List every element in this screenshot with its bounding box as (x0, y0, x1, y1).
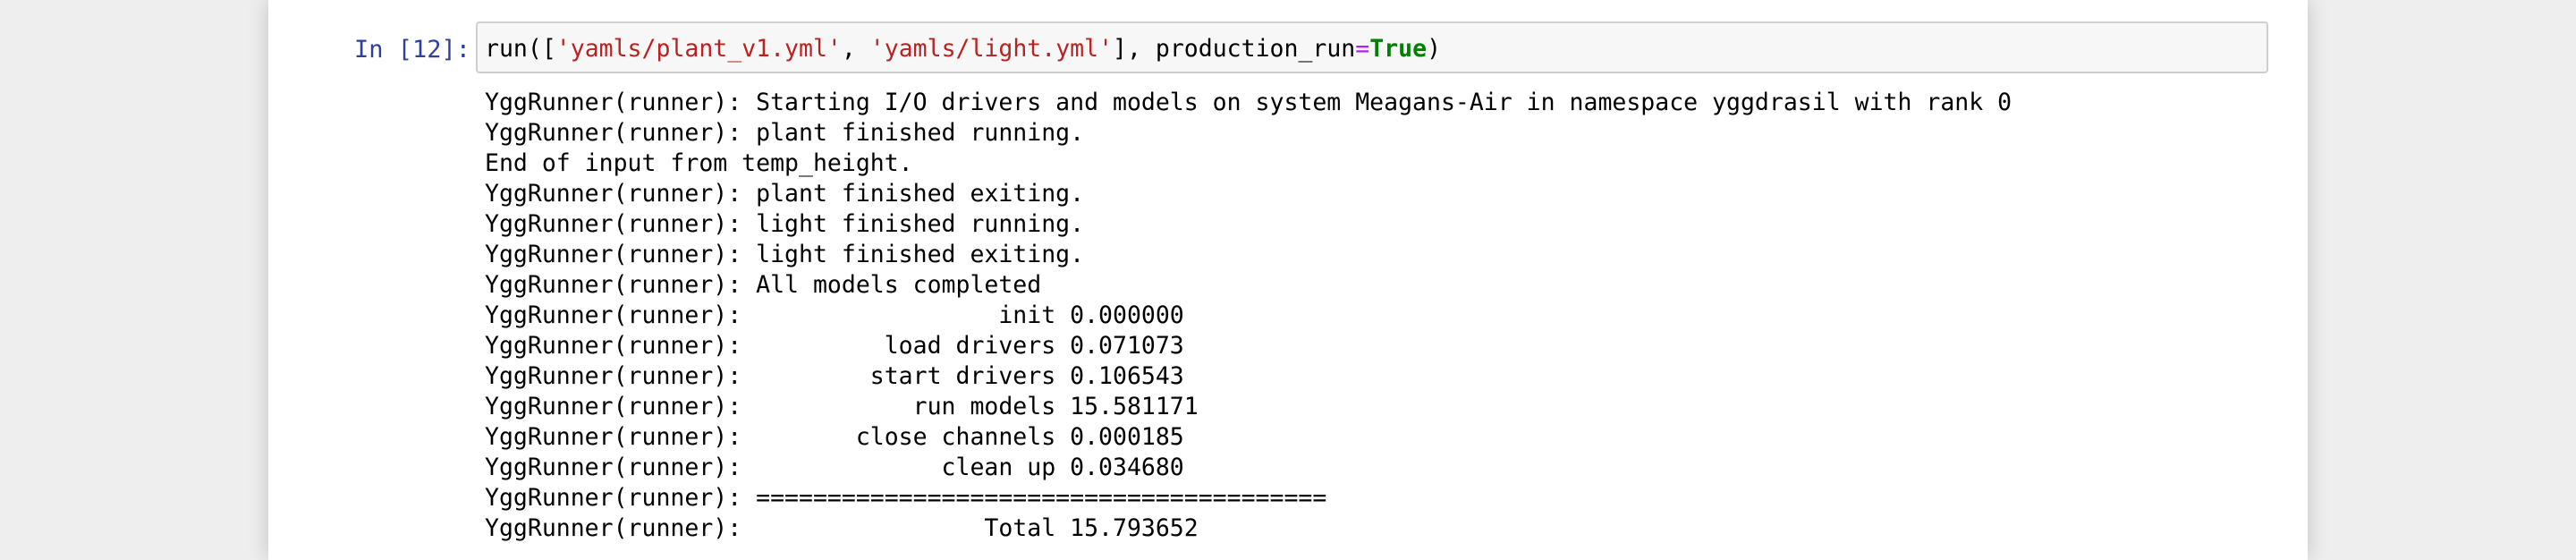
code-operator: = (1355, 35, 1370, 63)
code-keyword: True (1369, 35, 1428, 63)
code-token: ) (1427, 35, 1442, 63)
code-token: , (841, 35, 870, 63)
code-string: 'yamls/light.yml' (869, 35, 1114, 63)
code-editor[interactable]: run(['yamls/plant_v1.yml', 'yamls/light.… (476, 21, 2268, 73)
output-line: End of input from temp_height. (485, 149, 913, 177)
code-string: 'yamls/plant_v1.yml' (555, 35, 842, 63)
code-token: ], production_run (1113, 35, 1356, 63)
cell-output: YggRunner(runner): Starting I/O drivers … (485, 88, 2268, 544)
output-line: YggRunner(runner): Starting I/O drivers … (485, 89, 2012, 116)
output-line: YggRunner(runner): run models 15.581171 (485, 393, 1199, 420)
output-line: YggRunner(runner): light finished exitin… (485, 241, 1085, 268)
output-line: YggRunner(runner): plant finished runnin… (485, 119, 1085, 147)
output-line: YggRunner(runner): start drivers 0.10654… (485, 362, 1184, 390)
output-line: YggRunner(runner): =====================… (485, 484, 1327, 512)
output-line: YggRunner(runner): load drivers 0.071073 (485, 332, 1184, 360)
code-line[interactable]: run(['yamls/plant_v1.yml', 'yamls/light.… (485, 34, 1441, 64)
output-line: YggRunner(runner): light finished runnin… (485, 210, 1085, 238)
notebook-page: In [12]: run(['yamls/plant_v1.yml', 'yam… (268, 0, 2308, 560)
output-line: YggRunner(runner): init 0.000000 (485, 301, 1184, 329)
input-prompt: In [12]: (353, 36, 470, 64)
output-line: YggRunner(runner): clean up 0.034680 (485, 454, 1184, 481)
output-line: YggRunner(runner): plant finished exitin… (485, 180, 1085, 208)
output-line: YggRunner(runner): close channels 0.0001… (485, 423, 1184, 451)
output-line: YggRunner(runner): Total 15.793652 (485, 514, 1199, 542)
code-token: run([ (485, 35, 556, 63)
output-line: YggRunner(runner): All models completed (485, 271, 1042, 299)
